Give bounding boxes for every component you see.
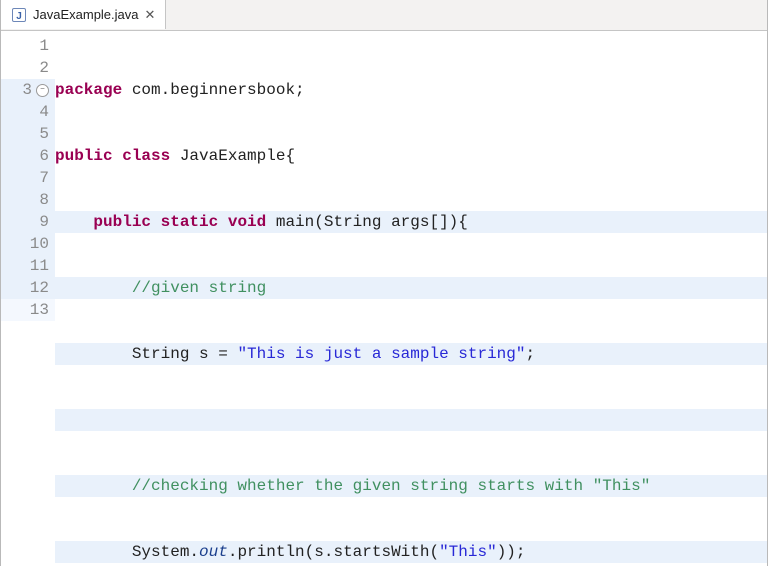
editor-tab-javaexample[interactable]: J JavaExample.java ✕ xyxy=(1,0,166,29)
svg-text:J: J xyxy=(16,11,22,22)
code-area[interactable]: 1 2 3− 4 5 6 7 8 9 10 11 12 13 package c… xyxy=(1,31,767,566)
close-icon[interactable]: ✕ xyxy=(145,7,156,23)
java-file-icon: J xyxy=(11,7,27,23)
fold-toggle-icon[interactable]: − xyxy=(36,84,49,97)
code-text[interactable]: package com.beginnersbook; public class … xyxy=(55,35,767,566)
line-gutter: 1 2 3− 4 5 6 7 8 9 10 11 12 13 xyxy=(1,35,55,566)
editor-tab-bar: J JavaExample.java ✕ xyxy=(1,0,767,31)
editor-tab-label: JavaExample.java xyxy=(33,7,139,22)
code-editor: J JavaExample.java ✕ 1 2 3− 4 5 6 7 8 9 … xyxy=(0,0,768,566)
